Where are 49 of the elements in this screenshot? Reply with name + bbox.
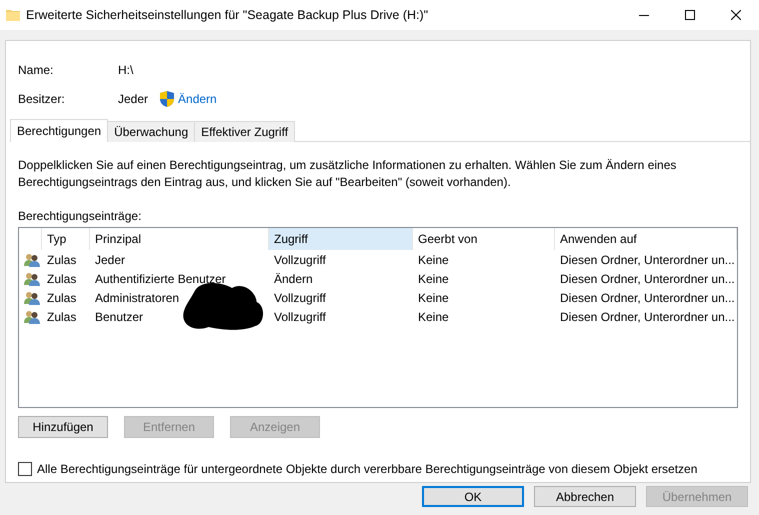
tab[interactable]: Effektiver Zugriff bbox=[194, 121, 296, 142]
field-label: Besitzer: bbox=[18, 92, 66, 106]
minimize-icon bbox=[639, 14, 649, 16]
table-cell-text: Administratoren bbox=[94, 290, 180, 306]
column-header[interactable]: Typ bbox=[42, 228, 90, 250]
table-cell-text: Zulas bbox=[46, 270, 78, 288]
table-cell-text: Zulas bbox=[46, 308, 78, 326]
table-cell-text: Vollzugriff bbox=[273, 308, 327, 326]
dialog-button[interactable]: Abbrechen bbox=[534, 486, 636, 507]
description-text: Doppelklicken Sie auf einen Berechtigungseintrag, um zusätzliche Informationen zu erhalten. Wählen Sie zum Ändern eines Berechtigungseintrags den Eintrag aus, und klicken Sie auf "Bearbeiten" (soweit vorhanden). bbox=[18, 157, 678, 191]
checkbox[interactable] bbox=[18, 462, 32, 476]
column-header[interactable]: Geerbt von bbox=[413, 228, 555, 250]
table-cell-text: Diesen Ordner, Unterordner un... bbox=[559, 290, 736, 306]
table-cell-text: Diesen Ordner, Unterordner un... bbox=[559, 308, 736, 326]
table-cell-text: Ändern bbox=[273, 270, 314, 288]
table-cell-text: Diesen Ordner, Unterordner un... bbox=[559, 252, 736, 268]
table-cell-text: Keine bbox=[417, 308, 450, 326]
column-header[interactable]: Zugriff bbox=[269, 228, 413, 250]
table-cell-text: Authentifizierte Benutzer bbox=[94, 270, 227, 288]
users-icon bbox=[24, 252, 40, 266]
table-cell-text: Benutzer bbox=[94, 308, 144, 326]
table-cell-text: Keine bbox=[417, 290, 450, 306]
dialog-button[interactable]: OK bbox=[422, 486, 524, 507]
window-title: Erweiterte Sicherheitseinstellungen für "Seagate Backup Plus Drive (H:)" bbox=[26, 8, 430, 22]
maximize-icon bbox=[685, 10, 695, 20]
column-header[interactable]: Anwenden auf bbox=[555, 228, 737, 250]
checkbox-label: Alle Berechtigungseinträge für untergeordnete Objekte durch vererbbare Berechtigungseinträge von diesem Objekt ersetzen bbox=[37, 462, 698, 476]
users-icon bbox=[24, 310, 40, 324]
table-cell-text: Vollzugriff bbox=[273, 252, 327, 268]
tab[interactable]: Überwachung bbox=[107, 121, 196, 142]
folder-icon bbox=[6, 9, 20, 21]
field-value: H:\ bbox=[118, 62, 134, 76]
list-action-button[interactable]: Hinzufügen bbox=[18, 416, 108, 438]
table-cell-text: Keine bbox=[417, 270, 450, 288]
table-cell-text: Keine bbox=[417, 252, 450, 268]
table-cell-text: Zulas bbox=[46, 252, 78, 268]
field-label: Name: bbox=[18, 62, 54, 76]
shield-icon bbox=[160, 90, 174, 106]
field-value: Jeder bbox=[118, 92, 148, 106]
table-cell-text: Diesen Ordner, Unterordner un... bbox=[559, 270, 736, 288]
table-cell-text: Jeder bbox=[94, 252, 126, 268]
tab[interactable]: Berechtigungen bbox=[10, 119, 108, 142]
change-link[interactable]: Ändern bbox=[178, 92, 217, 106]
close-icon bbox=[731, 10, 741, 20]
table-cell-text: Zulas bbox=[46, 290, 78, 306]
list-label: Berechtigungseinträge: bbox=[18, 209, 142, 223]
users-icon bbox=[24, 272, 40, 286]
users-icon bbox=[24, 290, 40, 304]
table-cell-text: Vollzugriff bbox=[273, 290, 327, 306]
